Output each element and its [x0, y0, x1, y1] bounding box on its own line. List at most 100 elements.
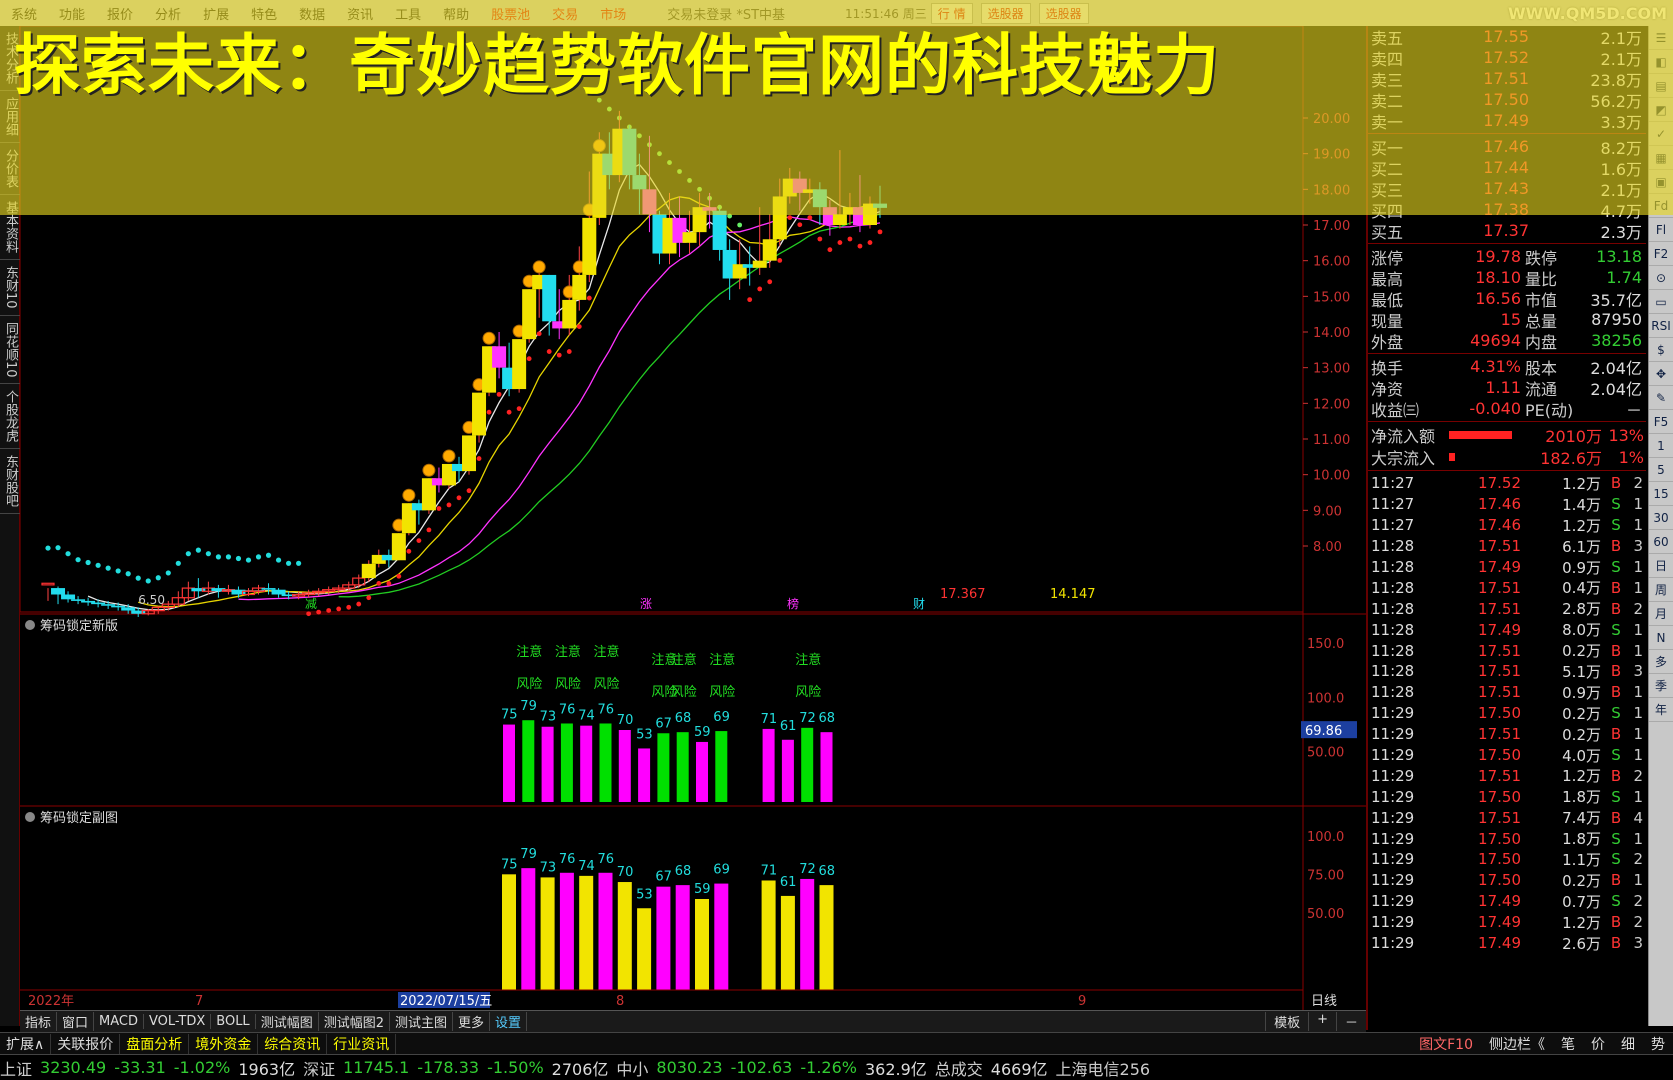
orderbook-row: 卖四 17.52 2.1万	[1368, 47, 1646, 69]
bottom-tab[interactable]: 盘面分析	[120, 1033, 190, 1054]
left-tab[interactable]: 基本资料	[0, 195, 20, 260]
bottom-tab[interactable]: 综合资讯	[258, 1033, 328, 1054]
sub1-bar-label: 74	[578, 709, 595, 724]
index-amount: 2706亿	[551, 1059, 609, 1079]
main-chart-area[interactable]: 20.00 19.00 18.00 17.00 16.00 15.00 14.00 13.00…	[20, 26, 1366, 1010]
toolbar-icon[interactable]: ▤	[1649, 74, 1673, 98]
bottom-right-controls: 图文F10 侧边栏《笔价细势	[1411, 1034, 1673, 1054]
indicator-tab[interactable]: 设置	[490, 1012, 528, 1031]
toolbar-icon[interactable]: ◧	[1649, 50, 1673, 74]
toolbar-icon[interactable]: 60	[1649, 530, 1673, 554]
stat-row: 最高 18.10 量比 1.74	[1368, 267, 1646, 289]
toolbar-icon[interactable]: F2	[1649, 242, 1673, 266]
tick-price: 17.49	[1478, 558, 1521, 576]
tick-count: 2	[1633, 892, 1643, 911]
sub2-bar	[502, 874, 516, 990]
sar-dot	[536, 331, 542, 337]
sar-dot	[125, 571, 131, 577]
tick-volume: 1.2万	[1562, 516, 1601, 535]
indicator-tab[interactable]: VOL-TDX	[144, 1014, 212, 1029]
index-value: 8030.23	[656, 1058, 723, 1077]
toolbar-icon[interactable]: 季	[1649, 674, 1673, 698]
sub2-bar-label: 71	[761, 863, 778, 878]
event-marker: 涨	[640, 596, 652, 611]
orderbook-row: 买一 17.46 8.2万	[1368, 136, 1646, 158]
indicator-tab[interactable]: 测试主图	[390, 1012, 453, 1031]
risk-note: 风险	[671, 685, 697, 700]
toolbar-icon[interactable]: 1	[1649, 434, 1673, 458]
bottom-right-button[interactable]: 细	[1613, 1034, 1643, 1054]
sar-dot	[526, 356, 532, 362]
left-tab[interactable]: 东财股吧	[0, 449, 20, 515]
indicator-tab[interactable]: 测试幅图2	[319, 1012, 390, 1031]
price-axis-label: 10.00	[1313, 469, 1350, 484]
tick-time: 11:29	[1371, 787, 1415, 806]
toolbar-icon[interactable]: 日	[1649, 554, 1673, 578]
tick-side: B	[1610, 662, 1622, 681]
toolbar-icon[interactable]: ⊙	[1649, 266, 1673, 290]
bottom-tab[interactable]: 关联报价	[51, 1033, 121, 1054]
tick-row: 11:29 17.51 7.4万 B 4	[1368, 807, 1646, 828]
toolbar-icon[interactable]: 年	[1649, 698, 1673, 722]
bottom-right-button[interactable]: 势	[1643, 1034, 1673, 1054]
candle-body	[391, 533, 406, 561]
flow-percent: 1%	[1618, 447, 1644, 467]
price-axis-label: 16.00	[1313, 255, 1350, 270]
stat-row: 净资 1.11 流通 2.04亿	[1368, 377, 1646, 399]
indicator-tab[interactable]: BOLL	[211, 1014, 256, 1029]
tick-count: 4	[1633, 808, 1643, 827]
toolbar-icon[interactable]: Fl	[1649, 218, 1673, 242]
tick-side: S	[1611, 620, 1621, 639]
orderbook-price: 17.55	[1483, 27, 1529, 46]
sar-dot	[456, 495, 462, 501]
left-tab[interactable]: 同花顺10	[0, 316, 20, 385]
tick-row: 11:29 17.51 1.2万 B 2	[1368, 765, 1646, 786]
toolbar-icon[interactable]: ☰	[1649, 26, 1673, 50]
left-tab[interactable]: 分价表	[0, 143, 20, 195]
tick-price: 17.46	[1478, 495, 1521, 514]
toolbar-icon[interactable]: 5	[1649, 458, 1673, 482]
toolbar-icon[interactable]: N	[1649, 626, 1673, 650]
toolbar-icon[interactable]: ◩	[1649, 98, 1673, 122]
bottom-tab[interactable]: 行业资讯	[327, 1033, 397, 1054]
template-button[interactable]: －	[1335, 1012, 1366, 1031]
template-button[interactable]: 模板	[1265, 1012, 1308, 1031]
sub2-bar-label: 67	[655, 870, 672, 885]
candle-body	[632, 175, 647, 190]
toolbar-icon[interactable]: RSI	[1649, 314, 1673, 338]
bottom-tab[interactable]: 境外资金	[189, 1033, 259, 1054]
toolbar-icon[interactable]: ✥	[1649, 362, 1673, 386]
sub1-bar-label: 76	[598, 702, 615, 717]
tick-count: 2	[1633, 599, 1643, 618]
left-tab[interactable]: 个股龙虎	[0, 384, 20, 450]
toolbar-icon[interactable]: 15	[1649, 482, 1673, 506]
indicator-tab[interactable]: 测试幅图	[256, 1012, 319, 1031]
indicator-tab[interactable]: 指标	[20, 1012, 58, 1031]
bottom-right-button[interactable]: 价	[1583, 1034, 1613, 1054]
indicator-tab[interactable]: MACD	[94, 1014, 144, 1029]
bottom-tab[interactable]: 扩展∧	[0, 1033, 52, 1054]
left-tab[interactable]: 东财10	[0, 260, 20, 316]
bottom-right-button[interactable]: 图文F10	[1411, 1034, 1481, 1054]
indicator-tab[interactable]: 更多	[453, 1012, 491, 1031]
toolbar-icon[interactable]: Fd	[1649, 194, 1673, 218]
toolbar-icon[interactable]: 30	[1649, 506, 1673, 530]
toolbar-icon[interactable]: ✎	[1649, 386, 1673, 410]
sub1-axis-label: 150.0	[1307, 637, 1344, 652]
tick-count: 1	[1633, 683, 1643, 702]
tick-row: 11:28 17.51 6.1万 B 3	[1368, 536, 1646, 557]
toolbar-icon[interactable]: F5	[1649, 410, 1673, 434]
toolbar-icon[interactable]: ✓	[1649, 122, 1673, 146]
toolbar-icon[interactable]: ▣	[1649, 170, 1673, 194]
toolbar-icon[interactable]: 周	[1649, 578, 1673, 602]
toolbar-icon[interactable]: 月	[1649, 602, 1673, 626]
bottom-right-button[interactable]: 笔	[1553, 1034, 1583, 1054]
tick-count: 2	[1633, 474, 1643, 493]
toolbar-icon[interactable]: ▭	[1649, 290, 1673, 314]
toolbar-icon[interactable]: ▦	[1649, 146, 1673, 170]
template-button[interactable]: +	[1308, 1012, 1336, 1031]
bottom-right-button[interactable]: 侧边栏《	[1481, 1034, 1553, 1054]
toolbar-icon[interactable]: 多	[1649, 650, 1673, 674]
toolbar-icon[interactable]: $	[1649, 338, 1673, 362]
indicator-tab[interactable]: 窗口	[57, 1012, 95, 1031]
